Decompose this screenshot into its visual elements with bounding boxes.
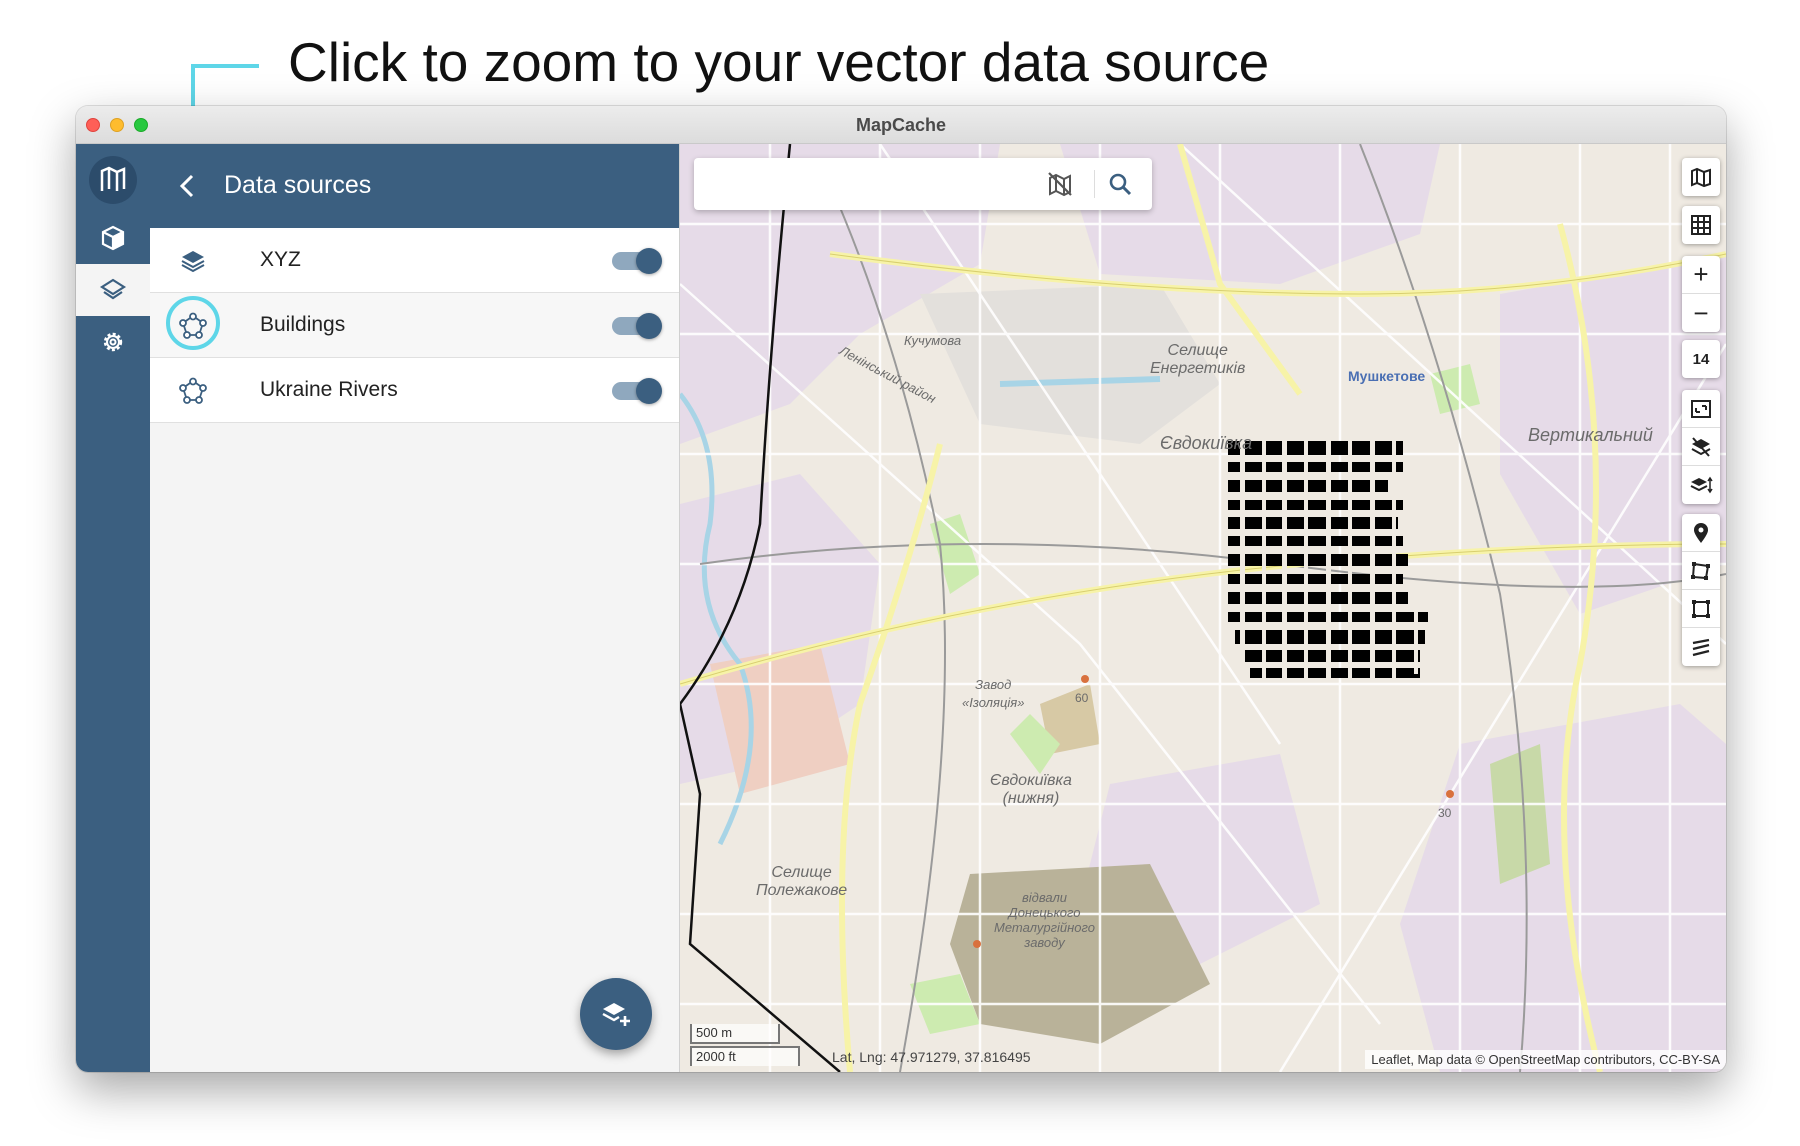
grid-control[interactable] [1682, 206, 1720, 244]
map-place-label: відвали Донецького Металургійного заводу [994, 890, 1096, 950]
zoom-in-button[interactable]: + [1682, 256, 1720, 294]
cursor-coordinates: Lat, Lng: 47.971279, 37.816495 [832, 1049, 1031, 1065]
hide-layers-icon[interactable] [1682, 428, 1720, 466]
vector-polygon-icon[interactable] [178, 376, 208, 406]
map-place-label: Кучумова [904, 333, 962, 348]
map-view[interactable]: Євдокиївка Селище Енергетиків Мушкетове … [680, 144, 1726, 1072]
map-place-label: Завод «Ізоляція» [962, 677, 1025, 710]
grid-icon[interactable] [1682, 206, 1720, 244]
map-tiles [680, 144, 1726, 1072]
hill-elevation-label: 30 [1438, 806, 1452, 820]
window-title: MapCache [855, 115, 947, 135]
layers-icon [99, 278, 127, 300]
nav-settings[interactable] [76, 316, 150, 368]
map-place-label: Селище Полежакове [756, 864, 848, 899]
draw-tools-control [1682, 514, 1720, 666]
data-source-label: Buildings [260, 313, 346, 336]
gear-icon [103, 332, 123, 352]
add-data-source-button[interactable] [580, 978, 652, 1050]
tile-layers-icon [178, 246, 208, 276]
basemap-control[interactable] [1682, 158, 1720, 196]
map-place-label: Мушкетове [1348, 368, 1426, 384]
zoom-control: + − [1682, 256, 1720, 332]
panel-title: Data sources [224, 171, 372, 199]
marker-icon[interactable] [1682, 514, 1720, 552]
callout-line-horizontal [191, 64, 259, 68]
data-sources-panel: Data sources XYZ Buildings Ukraine River… [150, 144, 680, 1072]
rectangle-icon[interactable] [1682, 590, 1720, 628]
app-logo[interactable] [89, 156, 137, 204]
map-logo-icon [100, 166, 126, 191]
back-button[interactable] [172, 170, 202, 202]
layer-tools-control [1682, 390, 1720, 504]
visibility-toggle[interactable] [612, 248, 662, 274]
chevron-left-icon [179, 174, 194, 198]
visibility-toggle[interactable] [612, 378, 662, 404]
map-place-label: Селище Енергетиків [1150, 342, 1246, 377]
map-off-icon[interactable] [1046, 170, 1074, 203]
layer-order-icon[interactable] [1682, 466, 1720, 504]
data-source-row[interactable]: XYZ [150, 228, 679, 293]
search-divider [1094, 170, 1095, 198]
panel-header: Data sources [150, 144, 679, 228]
scale-imperial: 2000 ft [690, 1046, 800, 1066]
nav-rail [76, 144, 150, 1072]
map-search-bar[interactable] [694, 158, 1152, 210]
data-source-row[interactable]: Buildings [150, 293, 679, 358]
visibility-toggle[interactable] [612, 313, 662, 339]
map-place-label: Євдокиївка (нижня) [990, 772, 1072, 807]
search-icon[interactable] [1106, 170, 1134, 203]
data-source-label: Ukraine Rivers [260, 378, 398, 401]
polyline-icon[interactable] [1682, 628, 1720, 666]
map-place-label: Євдокиївка [1160, 433, 1253, 453]
scale-bar: 500 m 2000 ft [690, 1024, 800, 1066]
polygon-icon[interactable] [1682, 552, 1720, 590]
basemap-icon[interactable] [1682, 158, 1720, 196]
zoom-level: 14 [1692, 350, 1710, 368]
zoom-out-button[interactable]: − [1682, 294, 1720, 332]
map-attribution[interactable]: Leaflet, Map data © OpenStreetMap contri… [1365, 1050, 1726, 1069]
map-place-label: Вертикальний [1528, 425, 1653, 445]
add-layer-icon [602, 1003, 630, 1026]
hill-elevation-label: 60 [1075, 691, 1089, 705]
app-window: MapCache Data sources XYZ Buildings Ukra… [76, 106, 1726, 1072]
zoom-level-display: 14 [1682, 340, 1720, 378]
fit-extent-icon[interactable] [1682, 390, 1720, 428]
scale-metric: 500 m [690, 1024, 780, 1044]
cube-icon [101, 225, 125, 251]
data-source-label: XYZ [260, 248, 301, 271]
data-source-row[interactable]: Ukraine Rivers [150, 358, 679, 423]
title-bar: MapCache [76, 106, 1726, 144]
callout-highlight-ring [166, 296, 220, 350]
nav-projects[interactable] [76, 212, 150, 264]
nav-layers[interactable] [76, 264, 150, 316]
callout-text: Click to zoom to your vector data source [288, 31, 1270, 93]
